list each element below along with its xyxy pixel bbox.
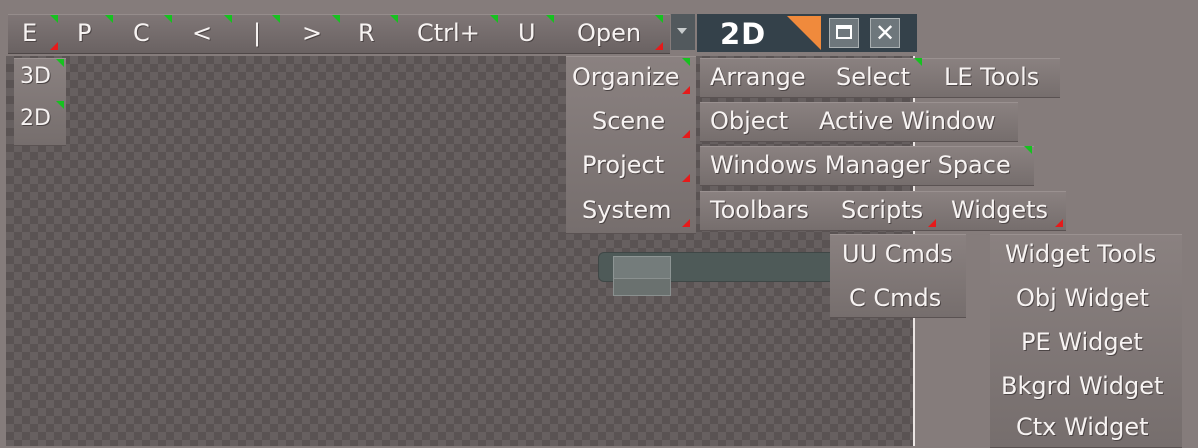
submenu-indicator-icon bbox=[56, 59, 64, 67]
side-button-2d[interactable]: 2D bbox=[20, 100, 51, 138]
submenu-indicator-icon bbox=[682, 58, 690, 66]
scripts-item-uu-cmds[interactable]: UU Cmds bbox=[842, 235, 953, 273]
menu-category-organize[interactable]: Organize bbox=[572, 58, 680, 96]
widgets-item-pe-widget[interactable]: PE Widget bbox=[1021, 323, 1143, 361]
widgets-item-obj-widget[interactable]: Obj Widget bbox=[1016, 279, 1149, 317]
submenu-indicator-icon bbox=[682, 130, 690, 138]
submenu-indicator-icon bbox=[928, 219, 936, 227]
widgets-item-widget-tools[interactable]: Widget Tools bbox=[1005, 235, 1156, 273]
toolbar-button-e[interactable]: E bbox=[22, 14, 37, 52]
side-button-3d[interactable]: 3D bbox=[20, 58, 51, 96]
chevron-down-icon bbox=[677, 28, 687, 34]
menu-item-le-tools[interactable]: LE Tools bbox=[944, 58, 1039, 96]
menu-item-windows-manager-space[interactable]: Windows Manager Space bbox=[710, 146, 1011, 184]
maximize-icon bbox=[836, 25, 852, 39]
close-button[interactable]: ✕ bbox=[870, 18, 900, 48]
submenu-indicator-icon bbox=[164, 15, 172, 23]
menu-item-toolbars[interactable]: Toolbars bbox=[710, 191, 809, 229]
submenu-indicator-icon bbox=[50, 15, 58, 23]
toolbar-button-open[interactable]: Open bbox=[577, 14, 641, 52]
menu-item-object[interactable]: Object bbox=[710, 102, 788, 140]
submenu-indicator-icon bbox=[546, 15, 554, 23]
close-icon: ✕ bbox=[874, 19, 896, 47]
submenu-indicator-icon bbox=[332, 15, 340, 23]
window-title: 2D bbox=[720, 17, 767, 51]
submenu-indicator-icon bbox=[50, 42, 58, 50]
toolbar-button-p[interactable]: P bbox=[77, 14, 91, 52]
menu-item-active-window[interactable]: Active Window bbox=[819, 102, 996, 140]
submenu-indicator-icon bbox=[682, 219, 690, 227]
menu-category-project[interactable]: Project bbox=[582, 146, 664, 184]
slider-knob-shadow bbox=[613, 278, 671, 296]
maximize-button[interactable] bbox=[829, 18, 859, 48]
submenu-indicator-icon bbox=[390, 15, 398, 23]
menu-category-system[interactable]: System bbox=[582, 191, 672, 229]
toolbar-button-separator[interactable]: | bbox=[253, 14, 261, 52]
menu-item-widgets[interactable]: Widgets bbox=[951, 191, 1048, 229]
submenu-indicator-icon bbox=[1024, 146, 1032, 154]
submenu-indicator-icon bbox=[914, 58, 922, 66]
menu-item-scripts[interactable]: Scripts bbox=[841, 191, 923, 229]
submenu-indicator-icon bbox=[56, 101, 64, 109]
menu-item-arrange[interactable]: Arrange bbox=[710, 58, 806, 96]
toolbar-button-next[interactable]: > bbox=[302, 14, 322, 52]
widgets-item-ctx-widget[interactable]: Ctx Widget bbox=[1016, 408, 1149, 446]
submenu-indicator-icon bbox=[682, 174, 690, 182]
corner-accent-icon bbox=[787, 16, 821, 50]
widgets-item-bkgrd-widget[interactable]: Bkgrd Widget bbox=[1001, 367, 1163, 405]
submenu-indicator-icon bbox=[105, 15, 113, 23]
toolbar-button-u[interactable]: U bbox=[518, 14, 536, 52]
toolbar-button-prev[interactable]: < bbox=[192, 14, 212, 52]
menu-category-scene[interactable]: Scene bbox=[592, 102, 665, 140]
submenu-indicator-icon bbox=[272, 15, 280, 23]
dropdown-button[interactable] bbox=[671, 14, 695, 50]
toolbar-button-ctrl[interactable]: Ctrl+ bbox=[417, 14, 480, 52]
menu-item-select[interactable]: Select bbox=[836, 58, 910, 96]
scripts-item-c-cmds[interactable]: C Cmds bbox=[849, 279, 941, 317]
toolbar-button-c[interactable]: C bbox=[133, 14, 150, 52]
submenu-indicator-icon bbox=[682, 86, 690, 94]
submenu-indicator-icon bbox=[655, 15, 663, 23]
submenu-indicator-icon bbox=[490, 15, 498, 23]
toolbar-button-r[interactable]: R bbox=[358, 14, 375, 52]
submenu-indicator-icon bbox=[224, 15, 232, 23]
submenu-indicator-icon bbox=[1055, 219, 1063, 227]
submenu-indicator-icon bbox=[655, 42, 663, 50]
slider-knob[interactable] bbox=[613, 256, 671, 280]
